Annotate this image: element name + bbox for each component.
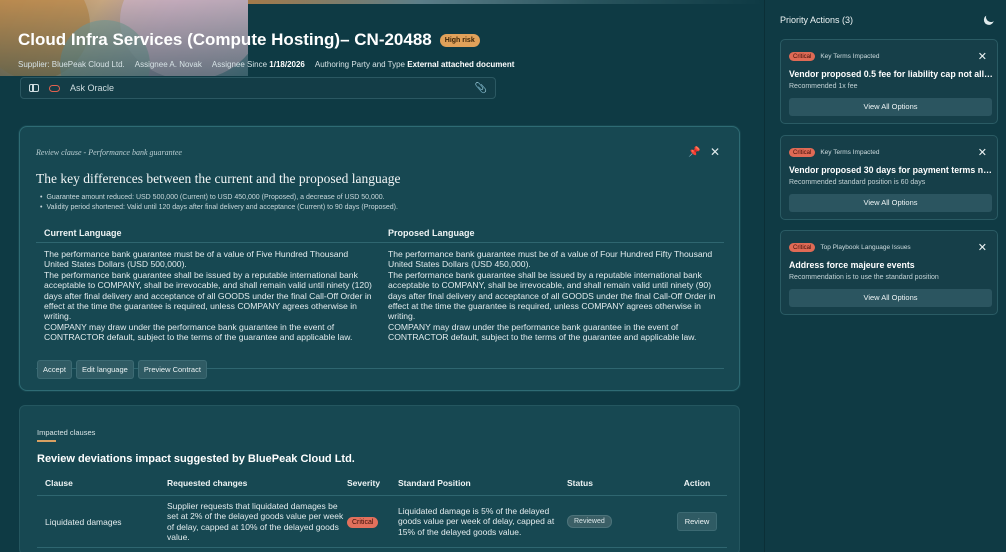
impact-heading: Review deviations impact suggested by Bl… xyxy=(37,453,355,465)
top-decor-strip xyxy=(248,0,764,4)
col-status: Status xyxy=(567,478,593,488)
difference-item: Validity period shortened: Valid until 1… xyxy=(40,203,398,213)
col-clause: Clause xyxy=(45,478,73,488)
clause-cell: Liquidated damages xyxy=(45,516,122,527)
theme-toggle-icon[interactable] xyxy=(985,11,998,24)
close-icon[interactable]: ✕ xyxy=(978,146,987,159)
oracle-logo-icon xyxy=(49,84,60,92)
language-comparison: Current Language Proposed Language The p… xyxy=(36,225,724,369)
severity-badge: Critical xyxy=(789,52,816,61)
review-button[interactable]: Review xyxy=(676,512,718,531)
action-subtitle: Recommendation is to use the standard po… xyxy=(789,274,939,281)
contract-header: Cloud Infra Services (Compute Hosting)– … xyxy=(18,12,758,69)
standard-cell: Liquidated damage is 5% of the delayed g… xyxy=(398,505,555,537)
table-row: Liquidated damages Supplier requests tha… xyxy=(37,496,727,548)
contract-meta: Supplier: BluePeak Cloud Ltd. Assignee A… xyxy=(18,60,758,69)
action-category: Key Terms Impacted xyxy=(820,149,880,156)
impacted-clauses-card: Impacted clauses Review deviations impac… xyxy=(19,405,740,552)
severity-badge: Critical xyxy=(789,243,816,252)
priority-actions-panel: Priority Actions (3) Critical Key Terms … xyxy=(764,0,1006,552)
authoring-meta: Authoring Party and Type External attach… xyxy=(314,60,515,69)
severity-badge: Critical xyxy=(789,148,816,157)
severity-badge: Critical xyxy=(347,516,379,528)
proposed-language-text: The performance bank guarantee must be o… xyxy=(388,249,716,343)
difference-item: Guarantee amount reduced: USD 500,000 (C… xyxy=(40,193,398,203)
panel-title: Priority Actions (3) xyxy=(780,15,854,25)
supplier-meta: Supplier: BluePeak Cloud Ltd. xyxy=(18,60,125,69)
accept-button[interactable]: Accept xyxy=(37,360,72,379)
view-all-options-button[interactable]: View All Options xyxy=(789,98,992,116)
ask-oracle-input[interactable]: Ask Oracle xyxy=(70,83,465,93)
panel-toggle-icon[interactable] xyxy=(29,84,39,92)
review-context: Review clause - Performance bank guarant… xyxy=(36,148,182,157)
close-icon[interactable]: ✕ xyxy=(978,241,987,254)
review-clause-card: Review clause - Performance bank guarant… xyxy=(19,126,740,391)
action-title: Address force majeure events xyxy=(789,260,915,270)
tab-indicator xyxy=(37,440,56,442)
attach-icon[interactable]: 📎 xyxy=(475,83,487,94)
pin-icon[interactable]: 📌 xyxy=(688,147,700,158)
view-all-options-button[interactable]: View All Options xyxy=(789,194,992,212)
action-subtitle: Recommended standard position is 60 days xyxy=(789,179,926,186)
priority-action-card: Critical Key Terms Impacted ✕ Vendor pro… xyxy=(780,135,998,220)
tab-impacted-clauses[interactable]: Impacted clauses xyxy=(37,428,95,437)
proposed-language-header: Proposed Language xyxy=(388,228,475,238)
priority-action-card: Critical Top Playbook Language Issues ✕ … xyxy=(780,230,998,315)
review-actions: Accept Edit language Preview Contract xyxy=(37,360,207,379)
risk-badge: High risk xyxy=(439,33,480,47)
action-category: Key Terms Impacted xyxy=(820,53,880,60)
ask-oracle-bar[interactable]: Ask Oracle 📎 xyxy=(20,77,496,99)
assignee-meta: Assignee A. Novak xyxy=(134,60,202,69)
review-heading: The key differences between the current … xyxy=(36,171,401,186)
col-severity: Severity xyxy=(347,478,381,488)
deviations-table: Clause Requested changes Severity Standa… xyxy=(37,478,727,548)
table-header: Clause Requested changes Severity Standa… xyxy=(37,478,727,496)
action-title: Vendor proposed 0.5 fee for liability ca… xyxy=(789,69,993,79)
edit-language-button[interactable]: Edit language xyxy=(75,360,134,379)
preview-contract-button[interactable]: Preview Contract xyxy=(137,360,207,379)
status-badge: Reviewed xyxy=(567,515,612,528)
assignee-since-meta: Assignee Since 1/18/2026 xyxy=(211,60,305,69)
col-action: Action xyxy=(683,478,711,488)
col-standard: Standard Position xyxy=(398,478,471,488)
action-subtitle: Recommended 1x fee xyxy=(789,83,858,90)
close-icon[interactable]: ✕ xyxy=(710,145,720,159)
page-title: Cloud Infra Services (Compute Hosting)– … xyxy=(18,30,432,49)
header-eyebrow xyxy=(18,12,758,24)
difference-list: Guarantee amount reduced: USD 500,000 (C… xyxy=(40,193,398,213)
view-all-options-button[interactable]: View All Options xyxy=(789,289,992,307)
close-icon[interactable]: ✕ xyxy=(978,50,987,63)
current-language-header: Current Language xyxy=(44,228,122,238)
priority-action-card: Critical Key Terms Impacted ✕ Vendor pro… xyxy=(780,39,998,124)
current-language-text: The performance bank guarantee must be o… xyxy=(44,249,372,343)
requested-cell: Supplier requests that liquidated damage… xyxy=(167,500,344,543)
action-title: Vendor proposed 30 days for payment term… xyxy=(789,165,993,175)
col-requested: Requested changes xyxy=(167,478,248,488)
action-category: Top Playbook Language Issues xyxy=(820,244,911,251)
